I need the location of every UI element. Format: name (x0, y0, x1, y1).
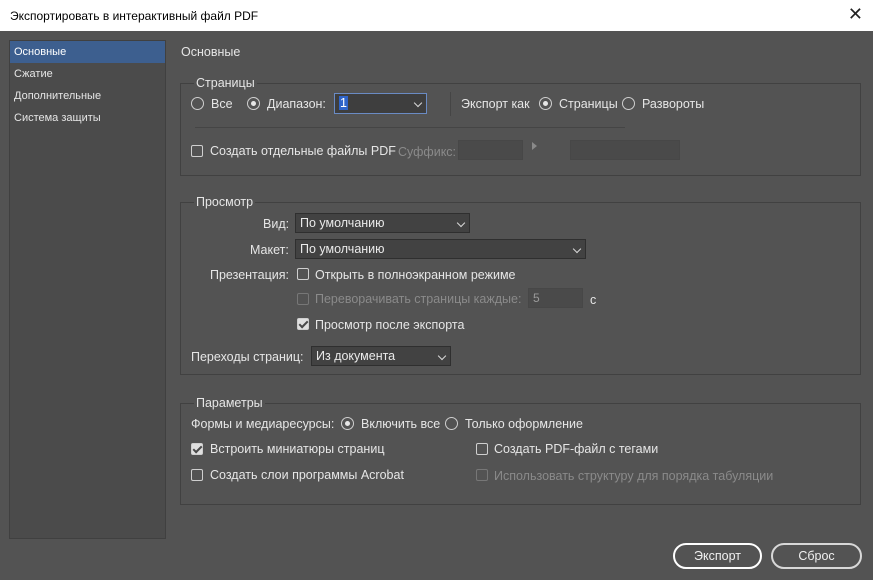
close-icon[interactable]: ✕ (848, 4, 863, 25)
export-button[interactable]: Экспорт (673, 543, 762, 569)
range-radio[interactable] (247, 97, 260, 110)
fullscreen-checkbox[interactable] (297, 268, 309, 280)
flip-unit-label: с (590, 293, 597, 307)
appearance-only-label: Только оформление (465, 417, 583, 431)
flip-seconds-input: 5 (528, 288, 583, 308)
divider (450, 92, 451, 116)
transitions-label: Переходы страниц: (191, 350, 304, 364)
presentation-label: Презентация: (210, 268, 289, 282)
sidebar-item-advanced[interactable]: Дополнительные (10, 85, 165, 107)
view-after-export-label: Просмотр после экспорта (315, 318, 465, 332)
chevron-down-icon (437, 351, 447, 361)
embed-thumbnails-checkbox[interactable] (191, 443, 203, 455)
transitions-select[interactable]: Из документа (311, 346, 451, 366)
appearance-only-radio[interactable] (445, 417, 458, 430)
view-select[interactable]: По умолчанию (295, 213, 470, 233)
view-after-export-checkbox[interactable] (297, 318, 309, 330)
view-label: Вид: (263, 217, 290, 231)
sidebar-item-general[interactable]: Основные (10, 41, 165, 63)
view-heading: Просмотр (194, 195, 256, 209)
all-pages-radio[interactable] (191, 97, 204, 110)
acrobat-layers-checkbox[interactable] (191, 469, 203, 481)
export-spreads-radio[interactable] (622, 97, 635, 110)
transitions-select-value: Из документа (316, 349, 396, 363)
flip-pages-label: Переворачивать страницы каждые: (315, 292, 522, 306)
sidebar: Основные Сжатие Дополнительные Система з… (9, 40, 166, 539)
chevron-down-icon[interactable] (413, 98, 423, 108)
title-bar: Экспортировать в интерактивный файл PDF … (0, 0, 873, 31)
include-all-radio[interactable] (341, 417, 354, 430)
suffix-label: Суффикс: (398, 145, 457, 159)
export-pages-radio[interactable] (539, 97, 552, 110)
divider (195, 127, 625, 128)
all-pages-label: Все (211, 97, 233, 111)
range-label: Диапазон: (267, 97, 326, 111)
export-pages-label: Страницы (559, 97, 618, 111)
tagged-pdf-checkbox[interactable] (476, 443, 488, 455)
range-input[interactable]: 1 (334, 93, 427, 114)
embed-thumbnails-label: Встроить миниатюры страниц (210, 442, 385, 456)
page-title: Основные (181, 45, 241, 59)
tab-order-label: Использовать структуру для порядка табул… (494, 469, 774, 483)
chevron-down-icon (572, 244, 582, 254)
range-value: 1 (339, 96, 348, 110)
separate-files-label: Создать отдельные файлы PDF (210, 144, 396, 158)
sidebar-item-compression[interactable]: Сжатие (10, 63, 165, 85)
export-as-label: Экспорт как (461, 97, 530, 111)
pages-heading: Страницы (194, 76, 257, 90)
layout-label: Макет: (250, 243, 289, 257)
suffix-extra-input (570, 140, 680, 160)
include-all-label: Включить все (361, 417, 441, 431)
reset-button[interactable]: Сброс (771, 543, 862, 569)
flip-pages-checkbox (297, 293, 309, 305)
layout-select-value: По умолчанию (300, 242, 385, 256)
options-heading: Параметры (194, 396, 265, 410)
suffix-input (458, 140, 523, 160)
separate-files-checkbox[interactable] (191, 145, 203, 157)
export-spreads-label: Развороты (642, 97, 705, 111)
window-title: Экспортировать в интерактивный файл PDF (10, 9, 259, 23)
tagged-pdf-label: Создать PDF-файл с тегами (494, 442, 659, 456)
acrobat-layers-label: Создать слои программы Acrobat (210, 468, 404, 482)
layout-select[interactable]: По умолчанию (295, 239, 586, 259)
fullscreen-label: Открыть в полноэкранном режиме (315, 268, 516, 282)
view-select-value: По умолчанию (300, 216, 385, 230)
sidebar-item-security[interactable]: Система защиты (10, 107, 165, 129)
tab-order-checkbox (476, 469, 488, 481)
forms-media-label: Формы и медиаресурсы: (191, 417, 335, 431)
play-icon (532, 142, 537, 150)
chevron-down-icon (456, 218, 466, 228)
